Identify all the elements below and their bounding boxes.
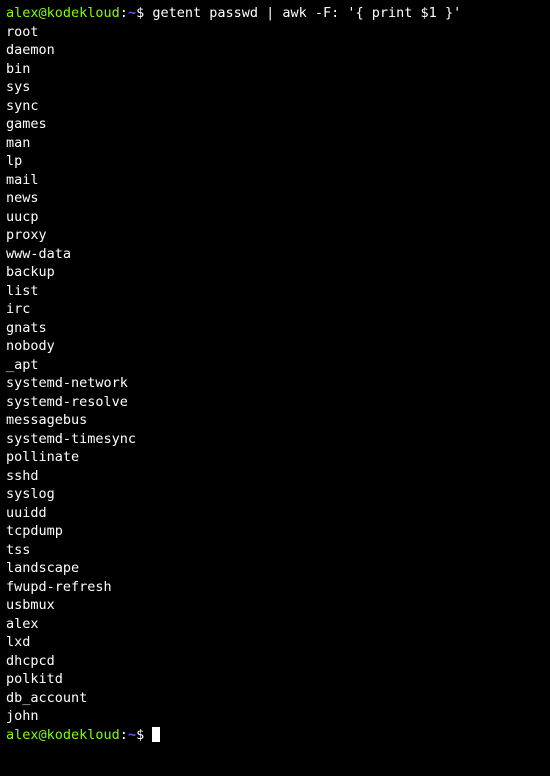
output-line: systemd-network: [6, 374, 544, 393]
output-line: nobody: [6, 337, 544, 356]
output-line: systemd-resolve: [6, 393, 544, 412]
prompt-sep: :: [120, 727, 128, 743]
output-line: gnats: [6, 319, 544, 338]
terminal[interactable]: alex@kodekloud:~$ getent passwd | awk -F…: [6, 4, 544, 744]
prompt-sep: :: [120, 5, 128, 21]
prompt-line: alex@kodekloud:~$: [6, 726, 544, 745]
prompt-path: ~: [128, 727, 136, 743]
output-line: lxd: [6, 633, 544, 652]
output-line: db_account: [6, 689, 544, 708]
prompt-dollar: $: [136, 5, 152, 21]
output-line: daemon: [6, 41, 544, 60]
output-line: pollinate: [6, 448, 544, 467]
output-line: john: [6, 707, 544, 726]
output-line: bin: [6, 60, 544, 79]
command-text: getent passwd | awk -F: '{ print $1 }': [152, 5, 461, 21]
output-line: landscape: [6, 559, 544, 578]
output-line: www-data: [6, 245, 544, 264]
output-line: games: [6, 115, 544, 134]
output-line: uucp: [6, 208, 544, 227]
output-line: polkitd: [6, 670, 544, 689]
output-line: sys: [6, 78, 544, 97]
prompt-line: alex@kodekloud:~$ getent passwd | awk -F…: [6, 4, 544, 23]
prompt-user-host: alex@kodekloud: [6, 727, 120, 743]
output-line: systemd-timesync: [6, 430, 544, 449]
output-line: root: [6, 23, 544, 42]
output-line: proxy: [6, 226, 544, 245]
output-line: news: [6, 189, 544, 208]
output-line: alex: [6, 615, 544, 634]
output-line: backup: [6, 263, 544, 282]
cursor: [152, 727, 160, 742]
prompt-path: ~: [128, 5, 136, 21]
output-line: syslog: [6, 485, 544, 504]
output-line: man: [6, 134, 544, 153]
prompt-dollar: $: [136, 727, 152, 743]
output-line: lp: [6, 152, 544, 171]
output-line: usbmux: [6, 596, 544, 615]
output-line: tcpdump: [6, 522, 544, 541]
output-line: _apt: [6, 356, 544, 375]
output-line: tss: [6, 541, 544, 560]
output-line: uuidd: [6, 504, 544, 523]
output-line: list: [6, 282, 544, 301]
output-line: fwupd-refresh: [6, 578, 544, 597]
prompt-user-host: alex@kodekloud: [6, 5, 120, 21]
output-line: sync: [6, 97, 544, 116]
output-line: sshd: [6, 467, 544, 486]
output-line: mail: [6, 171, 544, 190]
output-line: messagebus: [6, 411, 544, 430]
output-line: dhcpcd: [6, 652, 544, 671]
output-line: irc: [6, 300, 544, 319]
